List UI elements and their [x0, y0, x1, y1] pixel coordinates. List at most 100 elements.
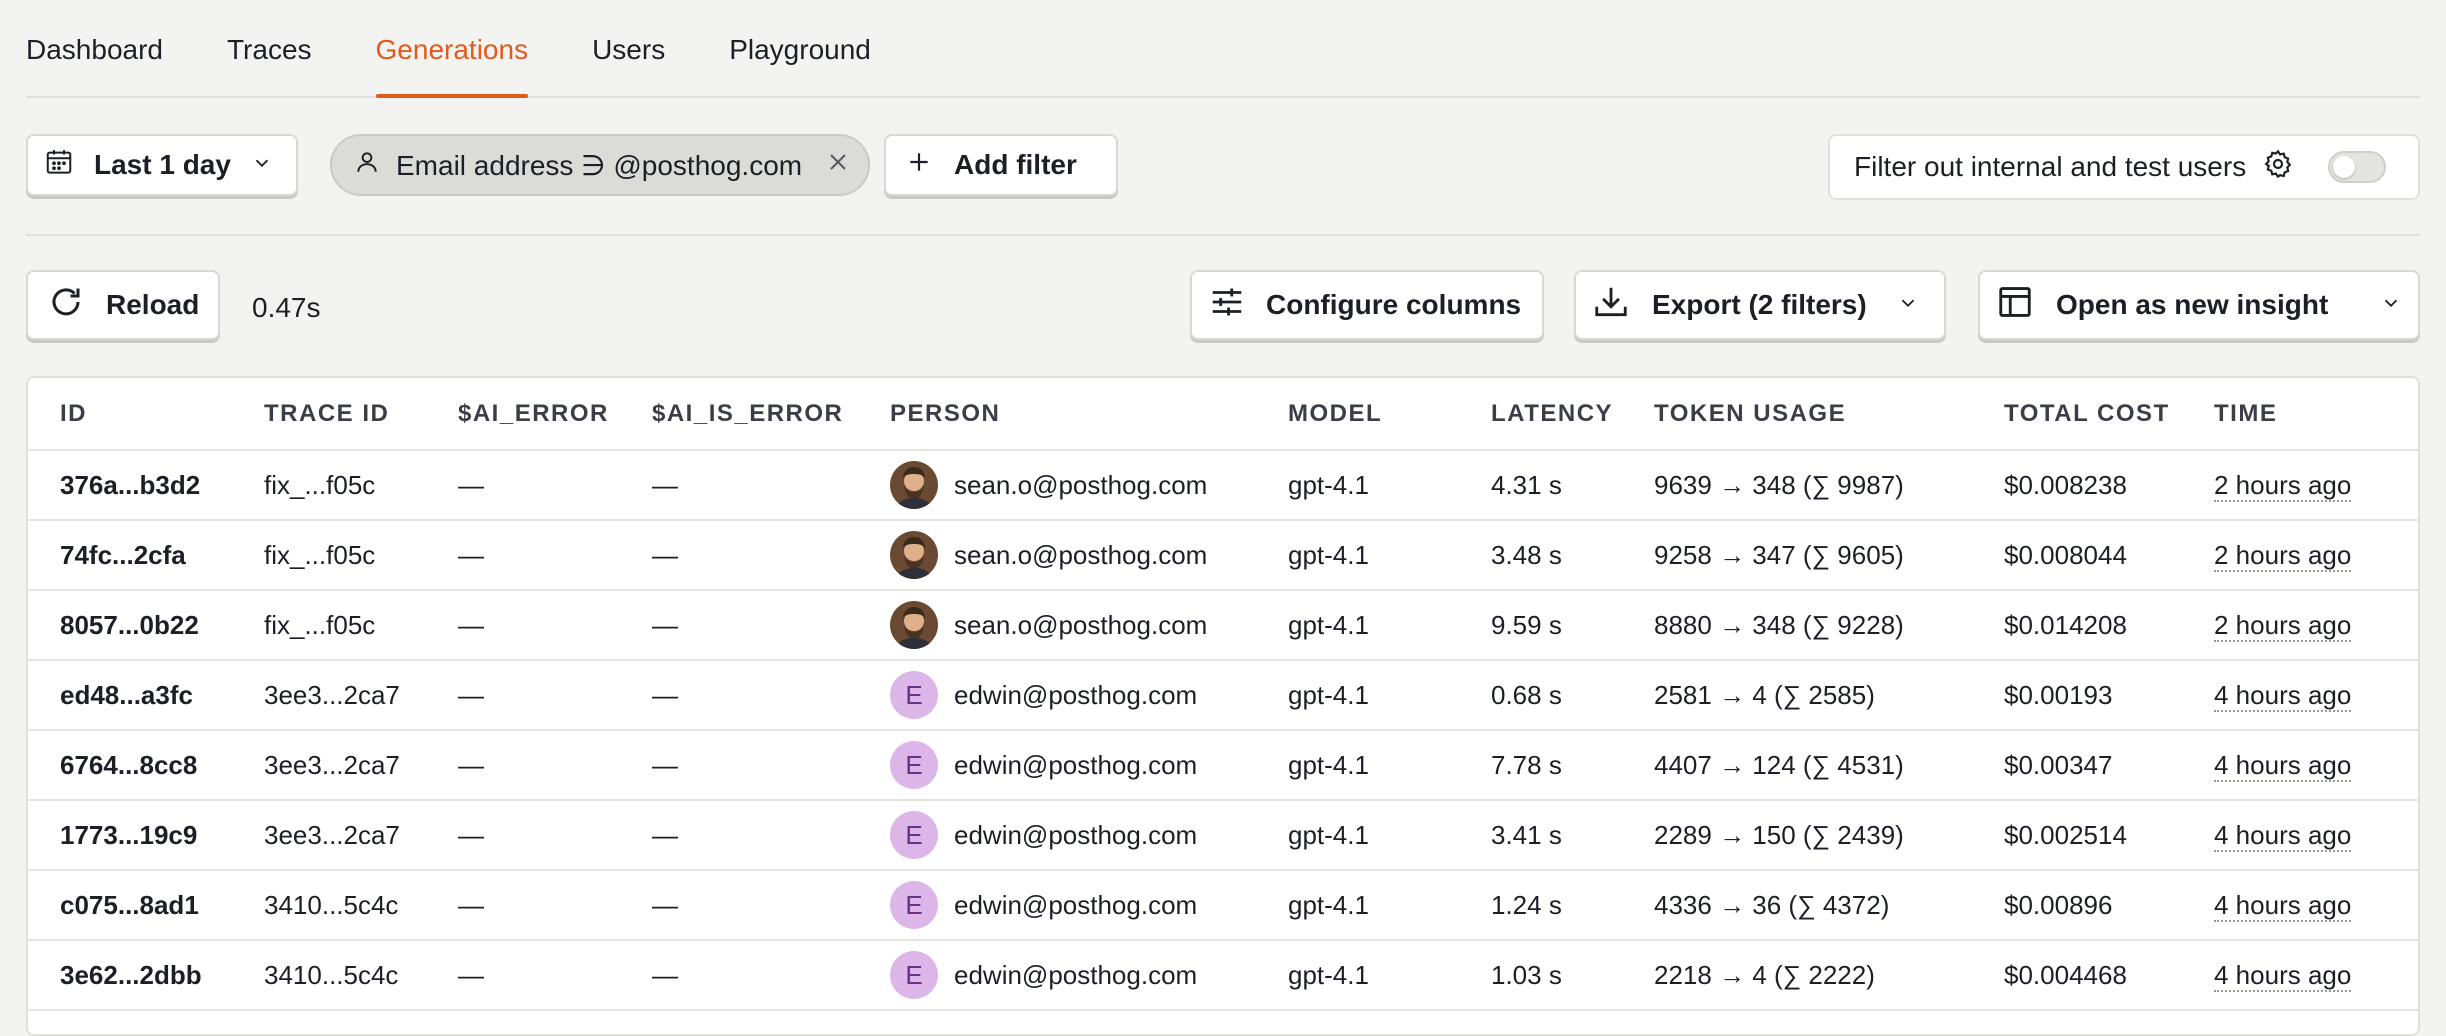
- column-header-trace-id[interactable]: TRACE ID: [232, 378, 426, 451]
- avatar: E: [890, 671, 938, 719]
- avatar: [890, 601, 938, 649]
- time-link[interactable]: 4 hours ago: [2214, 819, 2352, 852]
- tab-traces[interactable]: Traces: [227, 0, 312, 96]
- total-cost: $0.002514: [1972, 800, 2182, 871]
- ai-is-error: —: [620, 730, 858, 801]
- tab-generations[interactable]: Generations: [375, 0, 528, 98]
- column-header-person[interactable]: PERSON: [858, 378, 1256, 451]
- person-cell[interactable]: Eedwin@posthog.com: [858, 870, 1256, 941]
- avatar: E: [890, 811, 938, 859]
- ai-is-error: —: [620, 590, 858, 661]
- column-header-ai-error[interactable]: $AI_ERROR: [426, 378, 620, 451]
- person-cell[interactable]: sean.o@posthog.com: [858, 450, 1256, 521]
- person[interactable]: Eedwin@posthog.com: [890, 881, 1256, 929]
- query-elapsed-time: 0.47s: [252, 292, 321, 323]
- time-link[interactable]: 2 hours ago: [2214, 539, 2352, 572]
- table-row[interactable]: 8057...0b22 fix_...f05c — — sean.o@posthog.…: [28, 590, 2418, 661]
- column-header-token-usage[interactable]: TOKEN USAGE: [1622, 378, 1972, 451]
- person-cell[interactable]: Eedwin@posthog.com: [858, 660, 1256, 731]
- date-range-label: Last 1 day: [94, 149, 231, 180]
- table-row[interactable]: ed48...a3fc 3ee3...2ca7— — Eedwin@posthog.c…: [28, 660, 2418, 731]
- ai-error: —: [426, 800, 620, 871]
- avatar: E: [890, 741, 938, 789]
- person-email: sean.o@posthog.com: [954, 469, 1208, 500]
- trace-id[interactable]: fix_...f05c: [232, 450, 426, 521]
- trace-id[interactable]: 3ee3...2ca7: [232, 660, 426, 731]
- chevron-down-icon[interactable]: [2380, 289, 2402, 321]
- generation-id[interactable]: 74fc...2cfa: [28, 520, 232, 591]
- model: gpt-4.1: [1256, 660, 1459, 731]
- person[interactable]: Eedwin@posthog.com: [890, 741, 1256, 789]
- person[interactable]: Eedwin@posthog.com: [890, 811, 1256, 859]
- table-row[interactable]: 74fc...2cfa fix_...f05c — — sean.o@posthog.…: [28, 520, 2418, 591]
- table-row[interactable]: 1773...19c9 3ee3...2ca7— — Eedwin@posthog.c…: [28, 800, 2418, 871]
- person[interactable]: Eedwin@posthog.com: [890, 951, 1256, 999]
- table-row[interactable]: 6764...8cc8 3ee3...2ca7— — Eedwin@posthog.c…: [28, 730, 2418, 801]
- person-cell[interactable]: sean.o@posthog.com: [858, 520, 1256, 591]
- download-icon: [1592, 283, 1630, 328]
- open-as-insight-label: Open as new insight: [2056, 289, 2329, 320]
- trace-id[interactable]: 3ee3...2ca7: [232, 800, 426, 871]
- date-range-button[interactable]: Last 1 day: [26, 134, 298, 196]
- time-link[interactable]: 4 hours ago: [2214, 679, 2352, 712]
- token-usage: 2289 → 150 (∑ 2439): [1622, 800, 1972, 871]
- total-cost: $0.00896: [1972, 870, 2182, 941]
- configure-columns-label: Configure columns: [1266, 289, 1522, 320]
- trace-id[interactable]: 3ee3...2ca7: [232, 730, 426, 801]
- column-header-latency[interactable]: LATENCY: [1459, 378, 1622, 451]
- model: gpt-4.1: [1256, 590, 1459, 661]
- generation-id[interactable]: 376a...b3d2: [28, 450, 232, 521]
- generation-id[interactable]: 6764...8cc8: [28, 730, 232, 801]
- trace-id[interactable]: fix_...f05c: [232, 520, 426, 591]
- open-as-insight-button[interactable]: Open as new insight: [1978, 270, 2420, 340]
- person-email: edwin@posthog.com: [954, 679, 1198, 710]
- gear-icon[interactable]: [2262, 148, 2294, 187]
- tab-dashboard[interactable]: Dashboard: [26, 0, 163, 96]
- trace-id[interactable]: fix_...f05c: [232, 590, 426, 661]
- column-header-ai-is-error[interactable]: $AI_IS_ERROR: [620, 378, 858, 451]
- person-cell[interactable]: sean.o@posthog.com: [858, 590, 1256, 661]
- tab-users[interactable]: Users: [592, 0, 665, 96]
- person-cell[interactable]: Eedwin@posthog.com: [858, 730, 1256, 801]
- time-link[interactable]: 4 hours ago: [2214, 749, 2352, 782]
- latency: 7.78 s: [1459, 730, 1622, 801]
- internal-users-toggle[interactable]: [2328, 151, 2387, 183]
- ai-error: —: [426, 590, 620, 661]
- column-header-id[interactable]: ID: [28, 378, 232, 451]
- person[interactable]: sean.o@posthog.com: [890, 601, 1256, 649]
- sliders-icon: [1208, 283, 1246, 328]
- table-row[interactable]: c075...8ad1 3410...5c4c — — Eedwin@posthog.c…: [28, 870, 2418, 941]
- ai-is-error: —: [620, 800, 858, 871]
- person[interactable]: sean.o@posthog.com: [890, 461, 1256, 509]
- plus-icon: [906, 149, 932, 182]
- generation-id[interactable]: ed48...a3fc: [28, 660, 232, 731]
- internal-users-label: Filter out internal and test users: [1854, 151, 2247, 182]
- time-link[interactable]: 4 hours ago: [2214, 889, 2352, 922]
- token-usage: 8880 → 348 (∑ 9228): [1622, 590, 1972, 661]
- latency: 4.31 s: [1459, 450, 1622, 521]
- table-row[interactable]: 376a...b3d2 fix_...f05c — — sean.o@posthog.…: [28, 450, 2418, 521]
- person[interactable]: sean.o@posthog.com: [890, 531, 1256, 579]
- tab-playground[interactable]: Playground: [729, 0, 871, 96]
- ai-error: —: [426, 870, 620, 941]
- time-link[interactable]: 4 hours ago: [2214, 959, 2352, 992]
- column-header-total-cost[interactable]: TOTAL COST: [1972, 378, 2182, 451]
- configure-columns-button[interactable]: Configure columns: [1190, 270, 1544, 340]
- generation-id[interactable]: 8057...0b22: [28, 590, 232, 661]
- generation-id[interactable]: c075...8ad1: [28, 870, 232, 941]
- column-header-time[interactable]: TIME: [2182, 378, 2418, 451]
- generation-id[interactable]: 1773...19c9: [28, 800, 232, 871]
- reload-button[interactable]: Reload: [26, 270, 220, 340]
- latency: 0.68 s: [1459, 660, 1622, 731]
- time-link[interactable]: 2 hours ago: [2214, 469, 2352, 502]
- person-cell[interactable]: Eedwin@posthog.com: [858, 800, 1256, 871]
- chevron-down-icon: [1897, 289, 1919, 321]
- add-filter-button[interactable]: Add filter: [884, 134, 1118, 196]
- email-filter-chip[interactable]: Email address ∋ @posthog.com: [330, 134, 870, 196]
- close-icon[interactable]: [826, 149, 850, 181]
- person[interactable]: Eedwin@posthog.com: [890, 671, 1256, 719]
- export-button[interactable]: Export (2 filters): [1574, 270, 1946, 340]
- time-link[interactable]: 2 hours ago: [2214, 609, 2352, 642]
- column-header-model[interactable]: MODEL: [1256, 378, 1459, 451]
- trace-id[interactable]: 3410...5c4c: [232, 870, 426, 941]
